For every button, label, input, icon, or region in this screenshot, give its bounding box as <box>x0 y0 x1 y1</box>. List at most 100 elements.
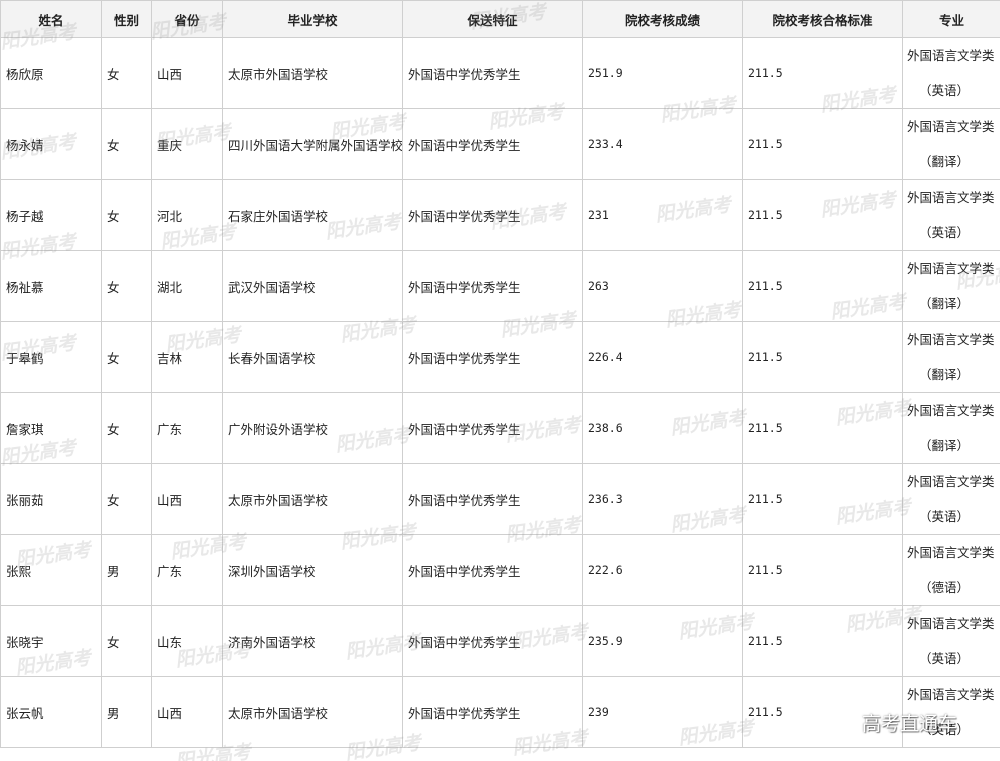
major-name: 外国语言文学类 <box>907 616 995 631</box>
cell-score: 239 <box>582 676 743 748</box>
cell-school: 武汉外国语学校 <box>222 250 403 322</box>
cell-standard: 211.5 <box>742 250 903 322</box>
header-feature: 保送特征 <box>402 0 583 38</box>
cell-gender: 女 <box>101 250 152 322</box>
cell-feature: 外国语中学优秀学生 <box>402 37 583 109</box>
major-name: 外国语言文学类 <box>907 48 995 63</box>
cell-score: 226.4 <box>582 321 743 393</box>
cell-province: 山西 <box>151 37 223 109</box>
cell-major: 外国语言文学类 （翻译） <box>902 392 1000 464</box>
table-row: 杨永婧 女 重庆 四川外国语大学附属外国语学校 外国语中学优秀学生 233.4 … <box>0 108 1000 180</box>
cell-score: 238.6 <box>582 392 743 464</box>
cell-province: 广东 <box>151 392 223 464</box>
major-name: 外国语言文学类 <box>907 119 995 134</box>
cell-school: 太原市外国语学校 <box>222 676 403 748</box>
cell-province: 山西 <box>151 463 223 535</box>
cell-standard: 211.5 <box>742 463 903 535</box>
cell-standard: 211.5 <box>742 179 903 251</box>
cell-gender: 女 <box>101 605 152 677</box>
header-name: 姓名 <box>0 0 102 38</box>
major-name: 外国语言文学类 <box>907 687 995 702</box>
cell-gender: 女 <box>101 179 152 251</box>
cell-school: 深圳外国语学校 <box>222 534 403 606</box>
cell-major: 外国语言文学类 （翻译） <box>902 321 1000 393</box>
major-sub: （德语） <box>919 580 970 595</box>
major-sub: （英语） <box>919 225 970 240</box>
cell-gender: 男 <box>101 676 152 748</box>
cell-score: 222.6 <box>582 534 743 606</box>
cell-gender: 女 <box>101 37 152 109</box>
cell-major: 外国语言文学类 （德语） <box>902 534 1000 606</box>
cell-province: 山东 <box>151 605 223 677</box>
cell-standard: 211.5 <box>742 534 903 606</box>
cell-gender: 女 <box>101 392 152 464</box>
cell-province: 河北 <box>151 179 223 251</box>
cell-name: 詹家琪 <box>0 392 102 464</box>
cell-feature: 外国语中学优秀学生 <box>402 534 583 606</box>
major-name: 外国语言文学类 <box>907 545 995 560</box>
header-province: 省份 <box>151 0 223 38</box>
cell-major: 外国语言文学类 （英语） <box>902 37 1000 109</box>
cell-province: 山西 <box>151 676 223 748</box>
table-row: 张熙 男 广东 深圳外国语学校 外国语中学优秀学生 222.6 211.5 外国… <box>0 534 1000 606</box>
cell-province: 广东 <box>151 534 223 606</box>
cell-province: 湖北 <box>151 250 223 322</box>
major-sub: （英语） <box>919 83 970 98</box>
admissions-table: 姓名 性别 省份 毕业学校 保送特征 院校考核成绩 院校考核合格标准 专业 杨欣… <box>0 0 1000 748</box>
cell-name: 于皋鹤 <box>0 321 102 393</box>
cell-school: 太原市外国语学校 <box>222 37 403 109</box>
table-row: 张晓宇 女 山东 济南外国语学校 外国语中学优秀学生 235.9 211.5 外… <box>0 605 1000 677</box>
major-name: 外国语言文学类 <box>907 474 995 489</box>
cell-feature: 外国语中学优秀学生 <box>402 392 583 464</box>
cell-standard: 211.5 <box>742 392 903 464</box>
cell-feature: 外国语中学优秀学生 <box>402 321 583 393</box>
cell-school: 长春外国语学校 <box>222 321 403 393</box>
major-sub: （翻译） <box>919 296 970 311</box>
header-row: 姓名 性别 省份 毕业学校 保送特征 院校考核成绩 院校考核合格标准 专业 <box>0 0 1000 38</box>
table-row: 张云帆 男 山西 太原市外国语学校 外国语中学优秀学生 239 211.5 外国… <box>0 676 1000 748</box>
cell-gender: 女 <box>101 321 152 393</box>
cell-gender: 女 <box>101 108 152 180</box>
cell-name: 杨祉慕 <box>0 250 102 322</box>
cell-name: 张熙 <box>0 534 102 606</box>
cell-score: 235.9 <box>582 605 743 677</box>
major-sub: （英语） <box>919 509 970 524</box>
header-major: 专业 <box>902 0 1000 38</box>
cell-feature: 外国语中学优秀学生 <box>402 250 583 322</box>
cell-school: 广外附设外语学校 <box>222 392 403 464</box>
major-sub: （翻译） <box>919 367 970 382</box>
cell-standard: 211.5 <box>742 37 903 109</box>
cell-feature: 外国语中学优秀学生 <box>402 605 583 677</box>
cell-gender: 女 <box>101 463 152 535</box>
header-standard: 院校考核合格标准 <box>742 0 903 38</box>
cell-score: 236.3 <box>582 463 743 535</box>
cell-school: 四川外国语大学附属外国语学校 <box>222 108 403 180</box>
major-sub: （翻译） <box>919 154 970 169</box>
cell-score: 233.4 <box>582 108 743 180</box>
cell-name: 杨欣原 <box>0 37 102 109</box>
cell-name: 张晓宇 <box>0 605 102 677</box>
table-row: 詹家琪 女 广东 广外附设外语学校 外国语中学优秀学生 238.6 211.5 … <box>0 392 1000 464</box>
table-row: 杨欣原 女 山西 太原市外国语学校 外国语中学优秀学生 251.9 211.5 … <box>0 37 1000 109</box>
cell-school: 太原市外国语学校 <box>222 463 403 535</box>
table-row: 于皋鹤 女 吉林 长春外国语学校 外国语中学优秀学生 226.4 211.5 外… <box>0 321 1000 393</box>
cell-province: 重庆 <box>151 108 223 180</box>
table-row: 张丽茹 女 山西 太原市外国语学校 外国语中学优秀学生 236.3 211.5 … <box>0 463 1000 535</box>
cell-name: 杨子越 <box>0 179 102 251</box>
header-gender: 性别 <box>101 0 152 38</box>
major-name: 外国语言文学类 <box>907 332 995 347</box>
table-row: 杨子越 女 河北 石家庄外国语学校 外国语中学优秀学生 231 211.5 外国… <box>0 179 1000 251</box>
major-sub: （英语） <box>919 651 970 666</box>
cell-standard: 211.5 <box>742 605 903 677</box>
header-school: 毕业学校 <box>222 0 403 38</box>
cell-gender: 男 <box>101 534 152 606</box>
header-score: 院校考核成绩 <box>582 0 743 38</box>
cell-standard: 211.5 <box>742 108 903 180</box>
major-name: 外国语言文学类 <box>907 403 995 418</box>
cell-feature: 外国语中学优秀学生 <box>402 108 583 180</box>
cell-school: 济南外国语学校 <box>222 605 403 677</box>
cell-standard: 211.5 <box>742 321 903 393</box>
cell-major: 外国语言文学类 （翻译） <box>902 108 1000 180</box>
table-row: 杨祉慕 女 湖北 武汉外国语学校 外国语中学优秀学生 263 211.5 外国语… <box>0 250 1000 322</box>
cell-major: 外国语言文学类 （英语） <box>902 463 1000 535</box>
